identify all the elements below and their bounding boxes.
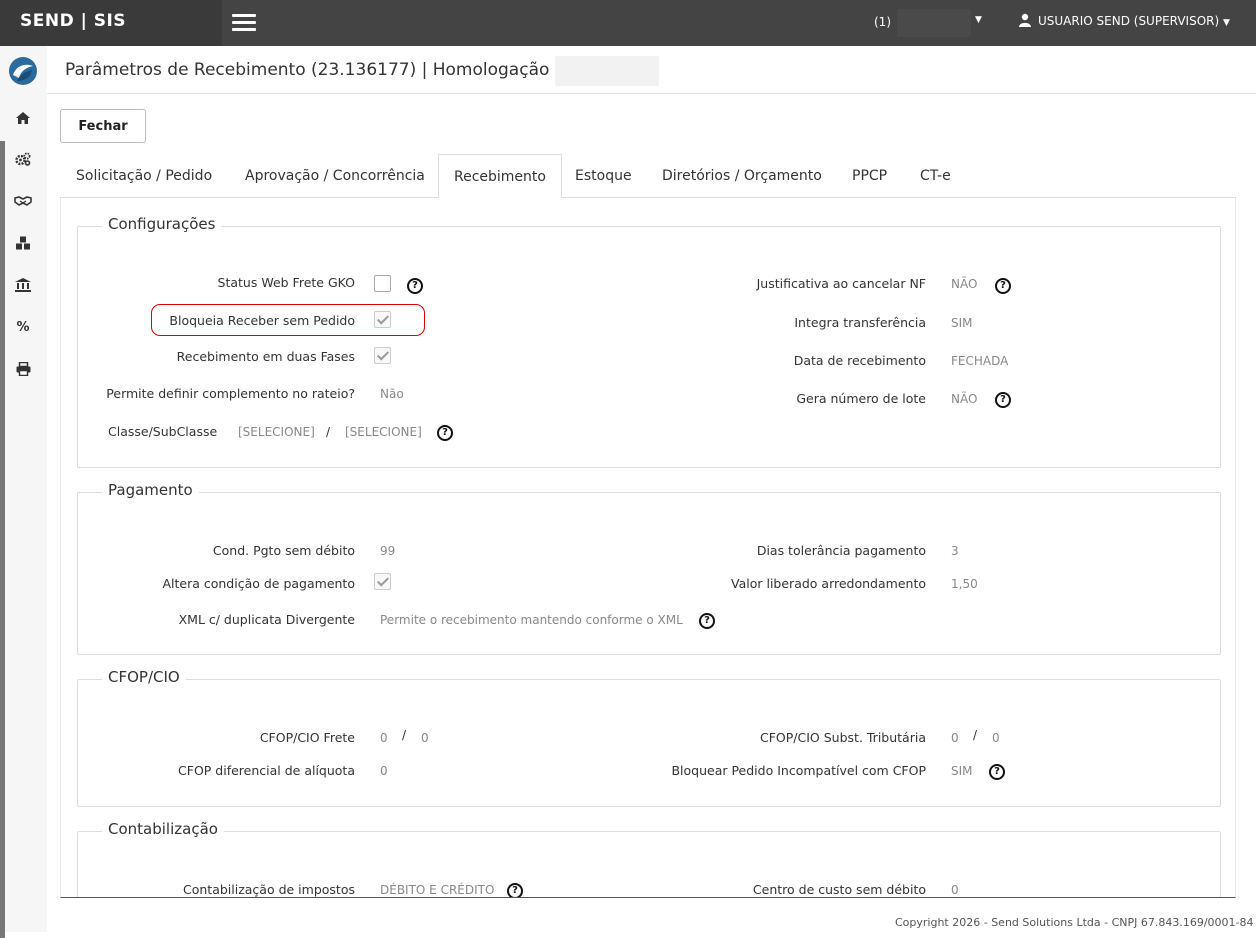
brand-logo[interactable]: SEND | SIS <box>20 11 126 31</box>
cond-pgto-label: Cond. Pgto sem débito <box>212 543 355 558</box>
cfop-subst-separator: / <box>973 728 978 742</box>
section-cfop-cio: CFOP/CIO CFOP/CIO Frete 0 / 0 CFOP difer… <box>77 668 1221 807</box>
user-menu[interactable]: USUARIO SEND (SUPERVISOR) ▼ <box>1018 13 1230 28</box>
sidebar-scrollbar[interactable] <box>0 141 5 938</box>
data-recebimento-value: FECHADA <box>951 354 1009 368</box>
section-legend: Contabilização <box>102 820 224 838</box>
page-title: Parâmetros de Recebimento (23.136177) | … <box>65 60 561 80</box>
chevron-down-icon[interactable]: ▼ <box>975 15 982 25</box>
subclasse-select[interactable]: [SELECIONE] <box>345 425 422 439</box>
bloquear-pedido-label: Bloquear Pedido Incompatível com CFOP <box>671 763 926 778</box>
help-icon[interactable]: ? <box>437 425 453 441</box>
cio-subst-value: 0 <box>992 731 1000 745</box>
help-icon[interactable]: ? <box>995 278 1011 294</box>
menu-toggle-icon[interactable] <box>232 14 256 32</box>
tab-aprovacao-concorrencia[interactable]: Aprovação / Concorrência <box>245 154 425 198</box>
company-name-redacted <box>897 9 971 37</box>
user-icon <box>1019 13 1031 27</box>
recebimento-duas-fases-label: Recebimento em duas Fases <box>176 349 355 364</box>
gears-icon[interactable] <box>13 149 33 169</box>
cfop-subst-label: CFOP/CIO Subst. Tributária <box>760 730 926 745</box>
help-icon[interactable]: ? <box>699 613 715 629</box>
xml-duplicata-value: Permite o recebimento mantendo conforme … <box>380 613 683 627</box>
valor-liberado-label: Valor liberado arredondamento <box>731 576 926 591</box>
tab-ppcp[interactable]: PPCP <box>852 154 887 198</box>
bloqueia-receber-label: Bloqueia Receber sem Pedido <box>169 313 355 328</box>
percent-icon[interactable]: % <box>13 317 33 337</box>
bloquear-pedido-value: SIM <box>951 764 973 778</box>
classe-select[interactable]: [SELECIONE] <box>238 425 315 439</box>
tab-diretorios-orcamento[interactable]: Diretórios / Orçamento <box>662 154 822 198</box>
dias-tolerancia-label: Dias tolerância pagamento <box>756 543 926 558</box>
section-contabilizacao: Contabilização Contabilização de imposto… <box>77 820 1221 897</box>
footer-copyright: Copyright 2026 - Send Solutions Ltda - C… <box>895 916 1254 929</box>
centro-custo-label: Centro de custo sem débito <box>752 882 926 897</box>
help-icon[interactable]: ? <box>995 392 1011 408</box>
bloqueia-receber-checkbox[interactable] <box>374 311 391 328</box>
integra-transferencia-label: Integra transferência <box>794 315 926 330</box>
section-legend: Configurações <box>102 215 222 233</box>
top-navbar: SEND | SIS (1) ▼ USUARIO SEND (SUPERVISO… <box>0 0 1256 46</box>
status-web-frete-label: Status Web Frete GKO <box>217 275 355 290</box>
section-legend: Pagamento <box>102 481 199 499</box>
close-button[interactable]: Fechar <box>60 109 146 143</box>
cfop-subst-value: 0 <box>951 731 959 745</box>
chevron-down-icon: ▼ <box>1223 18 1230 28</box>
justificativa-label: Justificativa ao cancelar NF <box>756 276 926 291</box>
classe-subclasse-label: Classe/SubClasse <box>108 424 218 439</box>
cio-frete-value: 0 <box>421 731 429 745</box>
cond-pgto-value: 99 <box>380 544 396 558</box>
sidebar: % <box>0 46 47 938</box>
page-header: Parâmetros de Recebimento (23.136177) | … <box>47 46 1256 94</box>
cfop-diferencial-value: 0 <box>380 764 388 778</box>
xml-duplicata-label: XML c/ duplicata Divergente <box>178 612 355 627</box>
dias-tolerancia-value: 3 <box>951 544 959 558</box>
tab-recebimento[interactable]: Recebimento <box>438 154 562 198</box>
section-legend: CFOP/CIO <box>102 668 186 686</box>
cubes-icon[interactable] <box>13 233 33 253</box>
print-icon[interactable] <box>13 359 33 379</box>
help-icon[interactable]: ? <box>407 278 423 294</box>
title-redacted <box>555 56 659 86</box>
help-icon[interactable]: ? <box>507 883 523 897</box>
section-configuracoes: Configurações Status Web Frete GKO ? Blo… <box>77 215 1221 468</box>
tab-bar: Solicitação / Pedido Aprovação / Concorr… <box>60 154 1236 198</box>
tab-cte[interactable]: CT-e <box>920 154 951 198</box>
gera-lote-value: NÃO <box>951 392 978 406</box>
tab-solicitacao-pedido[interactable]: Solicitação / Pedido <box>76 154 212 198</box>
complemento-rateio-value: Não <box>380 387 404 401</box>
help-icon[interactable]: ? <box>989 764 1005 780</box>
home-icon[interactable] <box>13 108 33 128</box>
classe-separator: / <box>326 425 331 439</box>
cfop-diferencial-label: CFOP diferencial de alíquota <box>178 763 355 778</box>
brand-area: SEND | SIS <box>0 0 222 46</box>
integra-transferencia-value: SIM <box>951 316 973 330</box>
handshake-icon[interactable] <box>13 191 33 211</box>
contab-impostos-label: Contabilização de impostos <box>183 882 355 897</box>
cfop-frete-value: 0 <box>380 731 388 745</box>
recebimento-duas-fases-checkbox[interactable] <box>374 347 391 364</box>
data-recebimento-label: Data de recebimento <box>793 353 926 368</box>
complemento-rateio-label: Permite definir complemento no rateio? <box>106 386 355 401</box>
justificativa-value: NÃO <box>951 277 978 291</box>
status-web-frete-checkbox[interactable] <box>374 275 391 292</box>
altera-condicao-checkbox[interactable] <box>374 573 391 590</box>
company-selector[interactable]: (1) <box>874 15 891 29</box>
altera-condicao-label: Altera condição de pagamento <box>162 576 355 591</box>
app-logo-icon[interactable] <box>8 56 38 86</box>
valor-liberado-value: 1,50 <box>951 577 978 591</box>
tab-estoque[interactable]: Estoque <box>575 154 632 198</box>
user-name: USUARIO SEND (SUPERVISOR) <box>1038 14 1220 28</box>
gera-lote-label: Gera número de lote <box>796 391 926 406</box>
section-pagamento: Pagamento Cond. Pgto sem débito 99 Alter… <box>77 481 1221 655</box>
bank-icon[interactable] <box>13 275 33 295</box>
centro-custo-value: 0 <box>951 883 959 897</box>
cfop-frete-label: CFOP/CIO Frete <box>259 730 355 745</box>
cfop-frete-separator: / <box>402 728 407 742</box>
contab-impostos-value: DÉBITO E CRÉDITO <box>380 883 495 897</box>
tab-content: Configurações Status Web Frete GKO ? Blo… <box>60 198 1236 898</box>
